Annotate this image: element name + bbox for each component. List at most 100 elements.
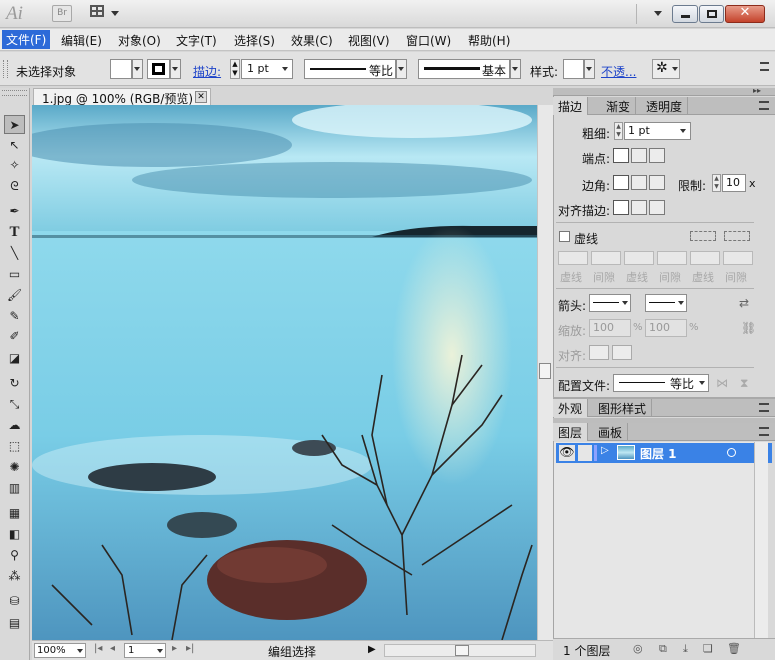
align-center-button[interactable] (613, 200, 629, 215)
gap-1-input[interactable] (591, 251, 621, 265)
lasso-tool-icon[interactable]: ᘓ (4, 177, 25, 196)
opacity-link[interactable]: 不透... (601, 63, 636, 80)
graph-tool-icon[interactable]: ▥ (4, 479, 25, 498)
close-button[interactable]: ✕ (725, 5, 765, 23)
line-tool-icon[interactable]: ╲ (4, 244, 25, 263)
dashed-line-checkbox[interactable] (559, 231, 570, 242)
butt-cap-button[interactable] (613, 148, 629, 163)
menu-effect[interactable]: 效果(C) (291, 32, 333, 49)
bridge-button[interactable]: Br (52, 5, 72, 22)
direct-selection-tool-icon[interactable]: ↖ (4, 136, 25, 155)
align-dash-icon[interactable] (724, 231, 750, 241)
preserve-dash-icon[interactable] (690, 231, 716, 241)
workspace-menu-icon[interactable] (654, 11, 662, 16)
graphic-style-dropdown[interactable] (584, 59, 595, 79)
tab-gradient[interactable]: 渐变 (601, 97, 637, 115)
pen-tool-icon[interactable]: ✒ (4, 202, 25, 221)
eyedropper-tool-icon[interactable]: ⚲ (4, 546, 25, 565)
selection-tool-icon[interactable]: ➤ (4, 115, 25, 134)
limit-stepper[interactable]: ▲ ▼ (712, 174, 721, 192)
panel-menu-icon[interactable] (759, 427, 769, 436)
free-transform-tool-icon[interactable]: ⬚ (4, 437, 25, 456)
blob-brush-tool-icon[interactable]: ✐ (4, 327, 25, 346)
slice-tool-icon[interactable]: ▤ (4, 614, 25, 633)
lock-toggle[interactable] (578, 445, 592, 461)
tab-stroke[interactable]: 描边 (553, 97, 589, 115)
brush-definition[interactable]: 基本 (418, 59, 510, 79)
menu-file[interactable]: 文件(F) (2, 30, 51, 49)
link-scale-icon[interactable]: ⛓ (741, 321, 756, 335)
status-menu-icon[interactable]: ▶ (368, 644, 376, 655)
tab-appearance[interactable]: 外观 (553, 399, 589, 417)
document-tab[interactable]: 1.jpg @ 100% (RGB/预览) ✕ (33, 88, 211, 106)
locate-object-icon[interactable]: ◎ (633, 642, 643, 655)
prev-artboard-icon[interactable]: ◂ (110, 643, 115, 654)
collapse-dock-icon[interactable]: ▸▸ (753, 86, 761, 95)
menu-window[interactable]: 窗口(W) (406, 32, 451, 49)
eraser-tool-icon[interactable]: ◪ (4, 349, 25, 368)
weight-input[interactable]: 1 pt (624, 122, 691, 140)
dash-1-input[interactable] (558, 251, 588, 265)
delete-layer-icon[interactable]: 🗑 (727, 642, 741, 655)
weight-stepper[interactable]: ▲ ▼ (614, 122, 623, 140)
stroke-color-dropdown[interactable] (170, 59, 181, 79)
menu-edit[interactable]: 编辑(E) (61, 32, 102, 49)
layers-scrollbar[interactable] (754, 442, 768, 638)
first-artboard-icon[interactable]: |◂ (94, 643, 102, 654)
arrow-tip-beyond-button[interactable] (589, 345, 609, 360)
tab-transparency[interactable]: 透明度 (641, 97, 689, 115)
round-join-button[interactable] (631, 175, 647, 190)
layer-row[interactable]: 👁 ▷ 图层 1 (556, 443, 772, 463)
last-artboard-icon[interactable]: ▸| (186, 643, 194, 654)
tab-artboards[interactable]: 画板 (593, 423, 629, 441)
blend-tool-icon[interactable]: ⁂ (4, 567, 25, 586)
flip-across-icon[interactable]: ⧗ (740, 376, 748, 391)
limit-input[interactable]: 10 (722, 174, 746, 192)
menu-object[interactable]: 对象(O) (118, 32, 161, 49)
gradient-tool-icon[interactable]: ◧ (4, 525, 25, 544)
graphic-style-swatch[interactable] (563, 59, 584, 79)
tab-graphic-styles[interactable]: 图形样式 (593, 399, 653, 417)
rectangle-tool-icon[interactable]: ▭ (4, 265, 25, 284)
new-layer-icon[interactable]: ❏ (703, 642, 713, 655)
maximize-button[interactable] (699, 5, 724, 23)
paintbrush-tool-icon[interactable]: 🖌 (4, 286, 25, 305)
next-artboard-icon[interactable]: ▸ (172, 643, 177, 654)
pencil-tool-icon[interactable]: ✎ (4, 307, 25, 326)
menu-select[interactable]: 选择(S) (234, 32, 275, 49)
scroll-thumb[interactable] (539, 363, 551, 379)
tools-panel-grip[interactable] (2, 90, 27, 96)
dash-2-input[interactable] (624, 251, 654, 265)
profile-select[interactable]: 等比 (613, 374, 709, 392)
brush-dropdown[interactable] (510, 59, 521, 79)
arrange-documents-button[interactable] (90, 5, 120, 22)
tab-layers[interactable]: 图层 (553, 423, 589, 441)
align-inside-button[interactable] (631, 200, 647, 215)
horizontal-scrollbar[interactable] (384, 644, 536, 657)
bevel-join-button[interactable] (649, 175, 665, 190)
magic-wand-tool-icon[interactable]: ✧ (4, 156, 25, 175)
start-arrow-select[interactable] (589, 294, 631, 312)
artboard-select[interactable]: 1 (124, 643, 166, 658)
zoom-select[interactable]: 100% (34, 643, 86, 658)
menu-type[interactable]: 文字(T) (176, 32, 217, 49)
make-clipping-mask-icon[interactable]: ⧉ (659, 642, 667, 656)
dock-header[interactable]: ▸▸ (553, 86, 775, 96)
panel-menu-icon[interactable] (759, 403, 769, 412)
symbol-sprayer-tool-icon[interactable]: ✺ (4, 458, 25, 477)
round-cap-button[interactable] (631, 148, 647, 163)
target-circle-icon[interactable] (727, 448, 736, 457)
new-sublayer-icon[interactable]: ⤓ (683, 642, 688, 656)
visibility-eye-icon[interactable]: 👁 (559, 445, 575, 461)
fill-swatch[interactable] (110, 59, 132, 79)
control-grip[interactable] (3, 60, 8, 78)
projecting-cap-button[interactable] (649, 148, 665, 163)
gap-2-input[interactable] (657, 251, 687, 265)
menu-view[interactable]: 视图(V) (348, 32, 390, 49)
vertical-scrollbar[interactable] (537, 105, 553, 640)
end-arrow-select[interactable] (645, 294, 687, 312)
fill-dropdown[interactable] (132, 59, 143, 79)
document-setup-button[interactable]: ✲ (652, 59, 680, 79)
arrow-tip-at-end-button[interactable] (612, 345, 632, 360)
miter-join-button[interactable] (613, 175, 629, 190)
